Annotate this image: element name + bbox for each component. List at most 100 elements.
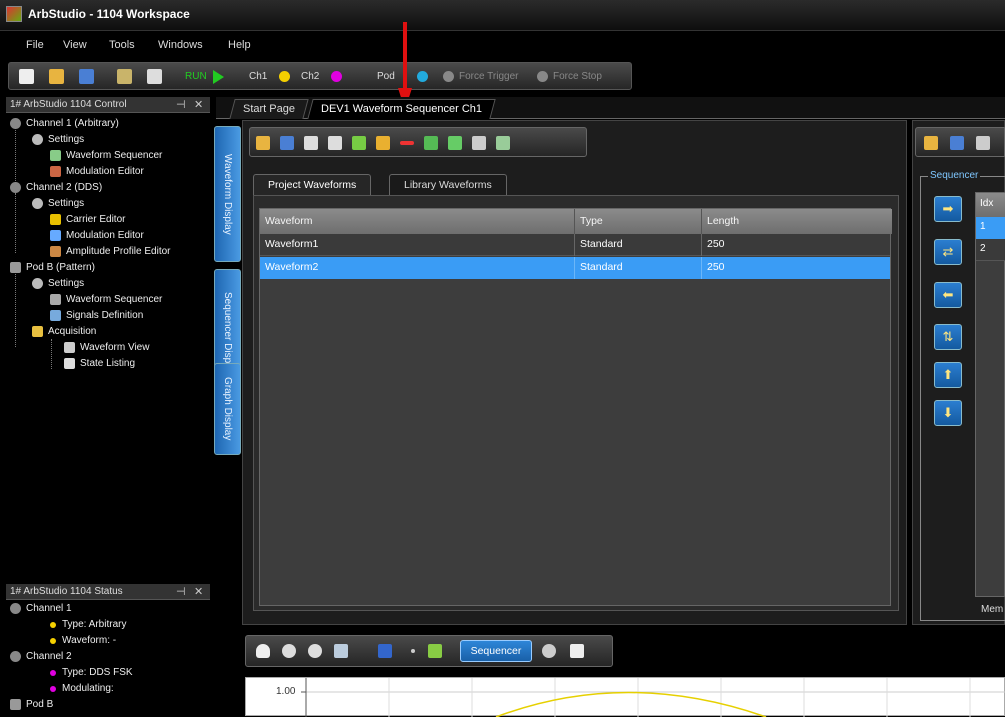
save-icon[interactable] <box>950 136 964 150</box>
grid-icon[interactable] <box>428 644 442 658</box>
zoom-in-icon[interactable] <box>282 644 296 658</box>
tree-item-ch1-settings[interactable]: Settings <box>32 133 212 148</box>
tree-item-pod-settings[interactable]: Settings <box>32 277 212 292</box>
remove-icon[interactable] <box>400 141 414 145</box>
chart-icon[interactable] <box>378 644 392 658</box>
gear-icon <box>32 134 43 145</box>
force-trigger-icon[interactable] <box>443 71 454 82</box>
list-item[interactable]: 2 <box>976 239 1005 261</box>
menu-bar: File View Tools Windows Help <box>0 30 1005 58</box>
reorder-button[interactable]: ⇅ <box>934 324 962 350</box>
grid-icon[interactable] <box>496 136 510 150</box>
print-icon[interactable] <box>147 69 162 84</box>
bullet-icon <box>50 670 56 676</box>
dropdown-icon[interactable] <box>411 649 415 653</box>
pan-hand-icon[interactable] <box>256 644 270 658</box>
waveform-toolbar <box>249 127 587 157</box>
tree-item-ch1-waveform-sequencer[interactable]: Waveform Sequencer <box>50 149 210 164</box>
move-up-button[interactable]: ⬆ <box>934 362 962 388</box>
close-icon[interactable]: ✕ <box>194 98 203 111</box>
wave-add-icon[interactable] <box>352 136 366 150</box>
column-header-type[interactable]: Type <box>575 209 702 234</box>
list-item[interactable]: 1 <box>976 217 1005 239</box>
tab-waveform-sequencer-ch1[interactable]: DEV1 Waveform Sequencer Ch1 <box>307 99 496 119</box>
ch1-indicator-icon[interactable] <box>279 71 290 82</box>
remove-left-button[interactable]: ⬅ <box>934 282 962 308</box>
column-header-length[interactable]: Length <box>702 209 892 234</box>
tree-item-channel2[interactable]: Channel 2 (DDS) <box>10 181 210 196</box>
cursor-icon[interactable] <box>570 644 584 658</box>
status-channel2[interactable]: Channel 2 <box>10 650 210 665</box>
tree-item-pod-b[interactable]: Pod B (Pattern) <box>10 261 210 276</box>
status-ch1-waveform: Waveform: - <box>50 634 210 649</box>
tree-item-amplitude-profile-editor[interactable]: Amplitude Profile Editor <box>50 245 210 260</box>
open-folder-icon[interactable] <box>256 136 270 150</box>
tree-item-pod-waveform-sequencer[interactable]: Waveform Sequencer <box>50 293 210 308</box>
move-down-button[interactable]: ⬇ <box>934 400 962 426</box>
view-icon <box>64 342 75 353</box>
settings-icon[interactable] <box>542 644 556 658</box>
save-icon[interactable] <box>79 69 94 84</box>
table-row-selected[interactable]: Waveform2 Standard 250 <box>260 257 890 279</box>
save-icon[interactable] <box>280 136 294 150</box>
status-channel1[interactable]: Channel 1 <box>10 602 210 617</box>
menu-file[interactable]: File <box>26 39 44 51</box>
status-pod-b[interactable]: Pod B <box>10 698 210 713</box>
sequencer-view-button[interactable]: Sequencer <box>460 640 532 662</box>
gear-icon <box>10 651 21 662</box>
wave-copy-icon[interactable] <box>424 136 438 150</box>
bullet-icon <box>50 686 56 692</box>
open-folder-icon[interactable] <box>49 69 64 84</box>
zoom-fit-icon[interactable] <box>334 644 348 658</box>
pin-icon[interactable]: ⊣ <box>176 585 186 598</box>
new-file-icon[interactable] <box>19 69 34 84</box>
pod-indicator-icon[interactable] <box>417 71 428 82</box>
tab-graph-display[interactable]: Graph Display <box>214 363 241 455</box>
tree-item-signals-definition[interactable]: Signals Definition <box>50 309 210 324</box>
column-header-waveform[interactable]: Waveform <box>260 209 575 234</box>
zoom-out-icon[interactable] <box>308 644 322 658</box>
cell-type: Standard <box>575 234 702 256</box>
tab-project-waveforms[interactable]: Project Waveforms <box>253 174 372 196</box>
cell-waveform: Waveform1 <box>260 234 575 256</box>
tab-start-page[interactable]: Start Page <box>229 99 309 119</box>
ch2-indicator-icon[interactable] <box>331 71 342 82</box>
table-row[interactable]: Waveform1 Standard 250 <box>260 234 890 256</box>
tab-waveform-display[interactable]: Waveform Display <box>214 126 241 262</box>
gear-icon <box>32 198 43 209</box>
calculator-icon[interactable] <box>117 69 132 84</box>
add-right-button[interactable]: ➡ <box>934 196 962 222</box>
import-icon[interactable] <box>304 136 318 150</box>
tree-item-state-listing[interactable]: State Listing <box>64 357 210 372</box>
tree-item-ch1-modulation-editor[interactable]: Modulation Editor <box>50 165 210 180</box>
cell-type: Standard <box>575 257 702 279</box>
menu-tools[interactable]: Tools <box>109 39 135 51</box>
tree-item-carrier-editor[interactable]: Carrier Editor <box>50 213 210 228</box>
wave-paste-icon[interactable] <box>448 136 462 150</box>
tree-item-acquisition[interactable]: Acquisition <box>32 325 212 340</box>
run-play-icon[interactable] <box>213 70 224 84</box>
open-folder-icon[interactable] <box>924 136 938 150</box>
swap-button[interactable]: ⇄ <box>934 239 962 265</box>
document-tabs: Start Page DEV1 Waveform Sequencer Ch1 <box>216 97 1005 119</box>
menu-windows[interactable]: Windows <box>158 39 203 51</box>
menu-help[interactable]: Help <box>228 39 251 51</box>
close-icon[interactable]: ✕ <box>194 585 203 598</box>
properties-icon[interactable] <box>472 136 486 150</box>
tree-item-ch2-modulation-editor[interactable]: Modulation Editor <box>50 229 210 244</box>
force-stop-label[interactable]: Force Stop <box>553 71 602 82</box>
tree-item-ch2-settings[interactable]: Settings <box>32 197 212 212</box>
force-stop-icon[interactable] <box>537 71 548 82</box>
app-icon <box>6 6 22 22</box>
column-header-idx[interactable]: Idx <box>976 193 1005 217</box>
pin-icon[interactable]: ⊣ <box>176 98 186 111</box>
tree-item-waveform-view[interactable]: Waveform View <box>64 341 210 356</box>
menu-view[interactable]: View <box>63 39 87 51</box>
export-icon[interactable] <box>328 136 342 150</box>
properties-icon[interactable] <box>976 136 990 150</box>
wave-edit-icon[interactable] <box>376 136 390 150</box>
tab-library-waveforms[interactable]: Library Waveforms <box>389 174 507 196</box>
force-trigger-label[interactable]: Force Trigger <box>459 71 518 82</box>
ch1-label: Ch1 <box>249 71 268 82</box>
tree-item-channel1[interactable]: Channel 1 (Arbitrary) <box>10 117 210 132</box>
